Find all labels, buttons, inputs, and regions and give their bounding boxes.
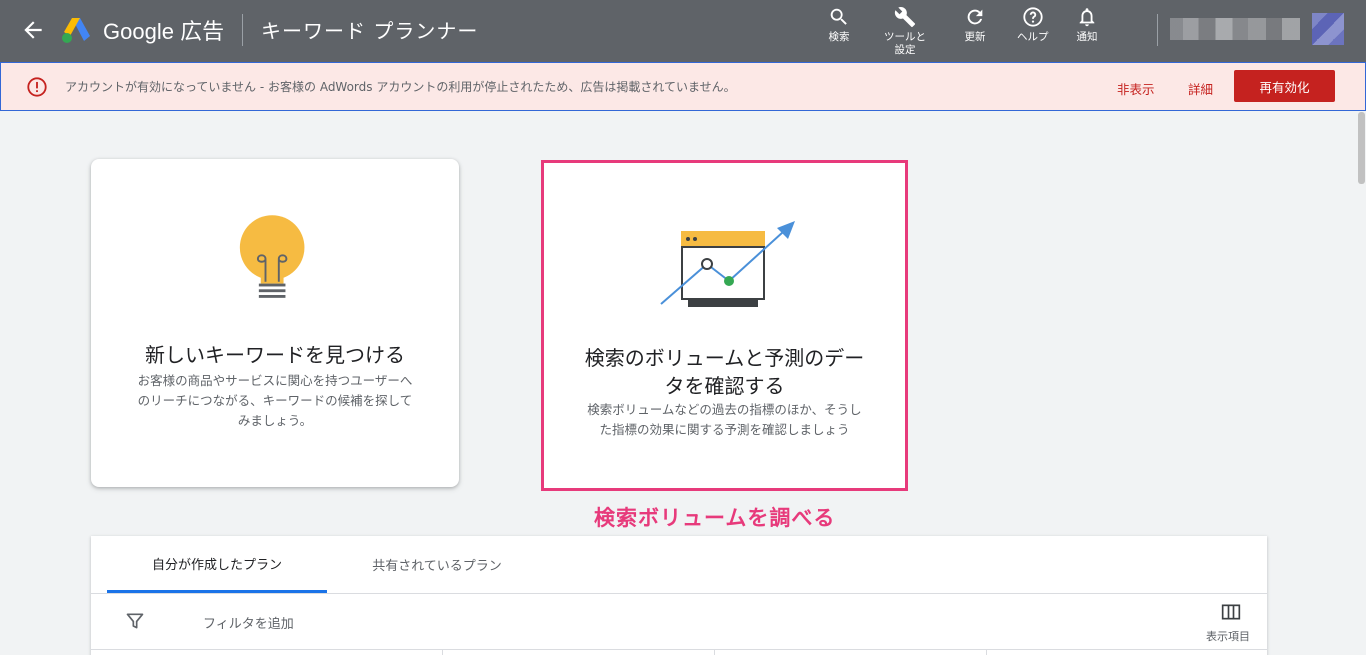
card-description-line: 検索ボリュームなどの過去の指標のほか、そうし <box>587 402 862 417</box>
search-button[interactable]: 検索 <box>828 6 850 44</box>
tools-settings-label: ツールと 設定 <box>884 31 926 56</box>
tab-my-plans[interactable]: 自分が作成したプラン <box>107 536 327 593</box>
trend-chart-icon <box>660 221 795 307</box>
lightbulb-icon <box>239 215 305 298</box>
discover-keywords-card[interactable]: 新しいキーワードを見つける お客様の商品やサービスに関心を持つユーザーへ のリー… <box>91 159 459 487</box>
add-filter-button[interactable]: フィルタを追加 <box>203 613 294 632</box>
error-icon <box>27 77 47 97</box>
google-ads-logo-icon <box>62 18 90 43</box>
refresh-button[interactable]: 更新 <box>964 6 986 44</box>
details-link[interactable]: 詳細 <box>1188 79 1213 98</box>
top-bar: Google 広告 キーワード プランナー 検索 ツールと 設定 更新 ヘルプ … <box>0 0 1366 62</box>
column-divider <box>714 649 715 655</box>
avatar[interactable] <box>1312 13 1344 45</box>
columns-icon[interactable] <box>1221 603 1241 621</box>
brand-divider <box>242 14 243 46</box>
account-alert-banner: アカウントが有効になっていません - お客様の AdWords アカウントの利用… <box>0 62 1366 111</box>
card-description-line: みましょう。 <box>237 413 313 428</box>
table-header-divider <box>91 649 1267 650</box>
brand-ads: 広告 <box>180 19 225 44</box>
search-volume-forecast-card[interactable]: 検索のボリュームと予測のデー タを確認する 検索ボリュームなどの過去の指標のほか… <box>541 160 908 491</box>
column-divider <box>986 649 987 655</box>
tab-shared-plans[interactable]: 共有されているプラン <box>327 536 547 593</box>
tools-settings-button[interactable]: ツールと 設定 <box>884 6 926 57</box>
toolbar-divider <box>1157 14 1158 46</box>
scrollbar-thumb[interactable] <box>1358 112 1365 184</box>
filter-icon[interactable] <box>125 611 145 631</box>
card-description-line: お客様の商品やサービスに関心を持つユーザーへ <box>137 373 413 388</box>
card-description-line: た指標の効果に関する予測を確認しましょう <box>599 422 850 437</box>
divider <box>91 593 1267 594</box>
columns-button[interactable]: 表示項目 <box>1206 628 1250 644</box>
hide-alert-link[interactable]: 非表示 <box>1117 79 1155 98</box>
bell-icon <box>1079 8 1095 27</box>
card-title: 新しいキーワードを見つける <box>145 343 405 367</box>
notifications-label: 通知 <box>1076 31 1098 43</box>
help-icon <box>1023 7 1043 27</box>
page-title: キーワード プランナー <box>261 19 479 43</box>
account-info[interactable] <box>1170 18 1300 40</box>
help-label: ヘルプ <box>1017 31 1049 43</box>
help-button[interactable]: ヘルプ <box>1017 6 1049 44</box>
card-description: お客様の商品やサービスに関心を持つユーザーへ のリーチにつながる、キーワードの候… <box>91 371 459 431</box>
search-icon <box>830 8 847 25</box>
reactivate-button[interactable]: 再有効化 <box>1234 70 1335 102</box>
annotation-label: 検索ボリュームを調べる <box>594 506 836 530</box>
card-title-line: タを確認する <box>664 374 785 398</box>
plans-panel: 自分が作成したプラン 共有されているプラン フィルタを追加 表示項目 <box>91 536 1267 655</box>
brand-name: Google 広告 <box>103 14 224 46</box>
refresh-label: 更新 <box>964 31 986 43</box>
card-description: 検索ボリュームなどの過去の指標のほか、そうし た指標の効果に関する予測を確認しま… <box>544 400 905 440</box>
brand-google: Google <box>103 19 174 44</box>
alert-message: アカウントが有効になっていません - お客様の AdWords アカウントの利用… <box>65 80 736 94</box>
refresh-icon <box>967 9 983 25</box>
wrench-icon <box>894 7 916 28</box>
back-arrow-icon[interactable] <box>20 17 46 43</box>
card-description-line: のリーチにつながる、キーワードの候補を探して <box>137 393 413 408</box>
column-divider <box>442 649 443 655</box>
search-label: 検索 <box>828 31 850 43</box>
notifications-button[interactable]: 通知 <box>1076 6 1098 44</box>
card-title-line: 検索のボリュームと予測のデー <box>584 346 865 370</box>
card-title: 検索のボリュームと予測のデー タを確認する <box>544 344 905 400</box>
